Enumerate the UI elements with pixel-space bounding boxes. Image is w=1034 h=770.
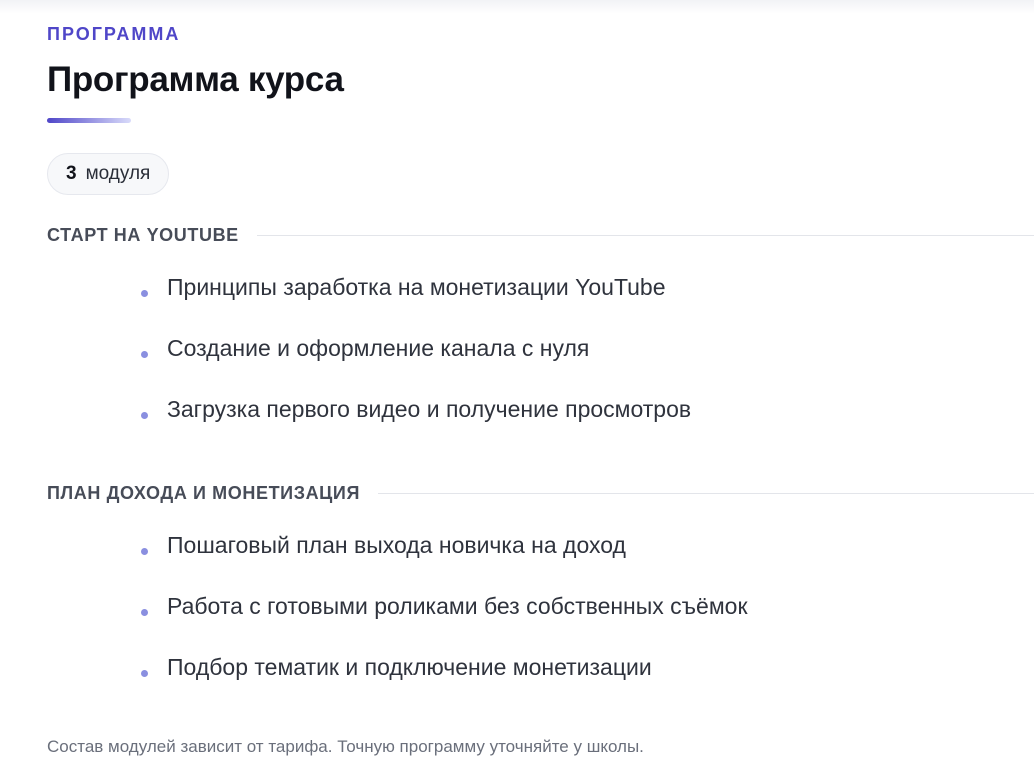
lesson-list: Пошаговый план выхода новичка на доход Р… [141, 530, 748, 713]
lesson-item: Подбор тематик и подключение монетизации [141, 652, 748, 713]
lesson-text: Принципы заработка на монетизации YouTub… [167, 274, 666, 300]
bullet-dot-icon [141, 670, 148, 677]
lesson-text: Загрузка первого видео и получение просм… [167, 396, 692, 422]
lesson-text: Пошаговый план выхода новичка на доход [167, 532, 626, 558]
module-header: СТАРТ НА YOUTUBE [47, 224, 1034, 246]
module-title: ПЛАН ДОХОДА И МОНЕТИЗАЦИЯ [47, 483, 361, 503]
lesson-list: Принципы заработка на монетизации YouTub… [141, 272, 691, 455]
title-accent-bar [47, 118, 131, 123]
section-eyebrow: ПРОГРАММА [47, 24, 181, 44]
lesson-item: Работа с готовыми роликами без собственн… [141, 591, 748, 652]
module-count-label: модуля [85, 163, 151, 184]
top-shadow [0, 0, 1034, 14]
bullet-dot-icon [141, 290, 148, 297]
module-divider [256, 234, 1034, 236]
course-program-section: ПРОГРАММА Программа курса 3 модуля СТАРТ… [0, 0, 1034, 770]
bullet-dot-icon [141, 548, 148, 555]
module-count-number: 3 [66, 163, 77, 184]
bullet-dot-icon [141, 609, 148, 616]
lesson-text: Подбор тематик и подключение монетизации [167, 654, 652, 680]
lesson-item: Пошаговый план выхода новичка на доход [141, 530, 748, 591]
lesson-item: Загрузка первого видео и получение просм… [141, 394, 691, 455]
module-start-youtube: СТАРТ НА YOUTUBE Принципы заработка на м… [47, 224, 1034, 422]
module-income-plan: ПЛАН ДОХОДА И МОНЕТИЗАЦИЯ Пошаговый план… [47, 482, 1034, 680]
lesson-item: Создание и оформление канала с нуля [141, 333, 691, 394]
lesson-text: Создание и оформление канала с нуля [167, 335, 590, 361]
module-count-badge: 3 модуля [47, 153, 170, 195]
section-title: Программа курса [47, 60, 344, 99]
module-title: СТАРТ НА YOUTUBE [47, 225, 239, 245]
program-footnote: Состав модулей зависит от тарифа. Точную… [47, 737, 644, 756]
module-header: ПЛАН ДОХОДА И МОНЕТИЗАЦИЯ [47, 482, 1034, 504]
module-divider [378, 492, 1034, 494]
lesson-text: Работа с готовыми роликами без собственн… [167, 593, 748, 619]
lesson-item: Принципы заработка на монетизации YouTub… [141, 272, 691, 333]
bullet-dot-icon [141, 351, 148, 358]
bullet-dot-icon [141, 412, 148, 419]
